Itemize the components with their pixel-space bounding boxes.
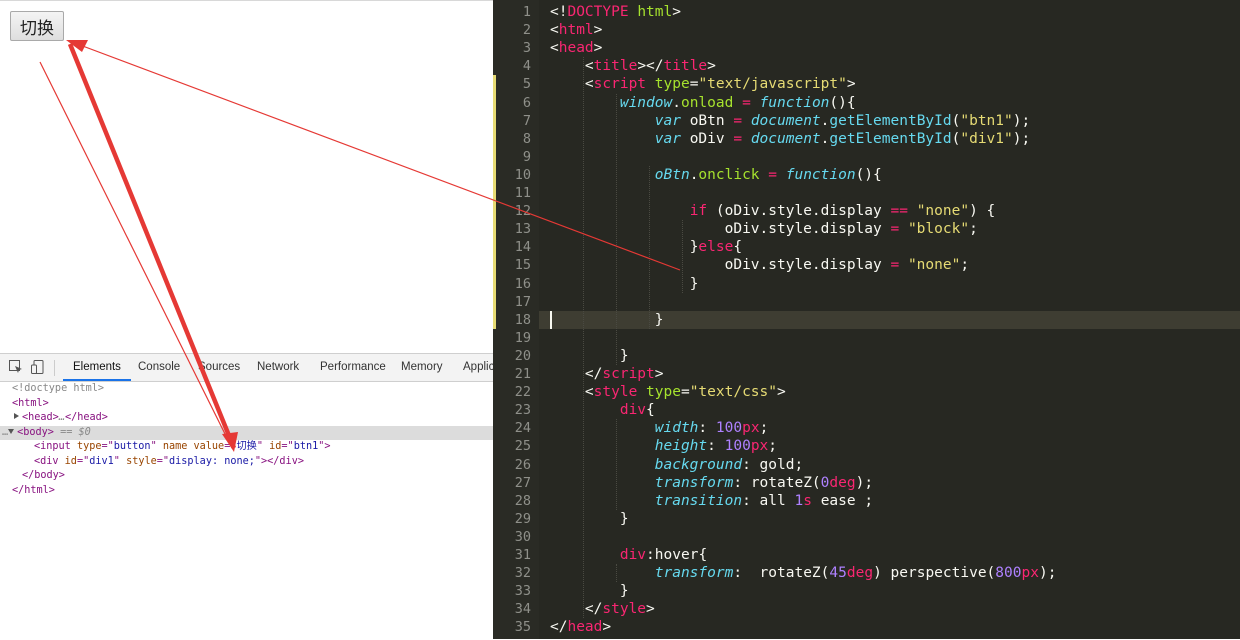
dom-node-row[interactable]: <!doctype html> — [0, 382, 493, 397]
line-number: 31 — [514, 547, 531, 563]
expand-arrow-icon[interactable] — [8, 428, 15, 434]
collapse-arrow-icon[interactable] — [14, 413, 19, 419]
viewport-top-border — [0, 0, 493, 1]
code-line: <title></title> — [584, 58, 716, 75]
code-line: oDiv.style.display = "none"; — [724, 257, 970, 274]
code-line: transform: rotateZ(0deg); — [654, 474, 874, 491]
browser-panel: 切换 Elements Console Sources Network Performa… — [0, 0, 494, 640]
line-number: 10 — [514, 166, 531, 183]
device-toolbar-icon[interactable] — [31, 360, 45, 374]
tab-sources[interactable]: Sources — [198, 354, 240, 381]
line-number: 27 — [514, 474, 531, 491]
line-number: 20 — [514, 347, 531, 364]
code-line: height: 100px; — [654, 438, 778, 455]
line-number: 16 — [514, 275, 531, 292]
line-number: 13 — [514, 221, 531, 238]
line-number: 28 — [514, 492, 531, 509]
code-line: div{ — [619, 402, 655, 419]
code-line: background: gold; — [654, 456, 804, 473]
line-number: 22 — [514, 384, 531, 401]
line-number: 18 — [514, 311, 531, 328]
tab-network[interactable]: Network — [257, 354, 299, 381]
line-number: 14 — [514, 239, 531, 256]
line-number: 25 — [514, 438, 531, 455]
toolbar-separator — [54, 360, 55, 376]
code-line: </script> — [584, 366, 664, 382]
line-number: 29 — [514, 510, 531, 527]
code-line: <head> — [550, 40, 603, 57]
devtools-toolbar: Elements Console Sources Network Performance… — [0, 354, 494, 382]
dom-node-row[interactable]: <input type="button" name value="切换" id=… — [0, 440, 493, 455]
code-line: width: 100px; — [654, 420, 769, 437]
elements-dom-tree: <!doctype html> <html> <head>…</head>… <bod… — [0, 382, 493, 498]
line-number: 17 — [514, 293, 531, 310]
line-number: 21 — [514, 366, 531, 382]
line-number: 23 — [514, 402, 531, 419]
line-number: 26 — [514, 456, 531, 473]
line-number: 34 — [514, 601, 531, 618]
line-number: 11 — [514, 185, 531, 201]
dom-node-row[interactable]: <head>…</head> — [0, 411, 493, 426]
dom-node-row[interactable]: <html> — [0, 397, 493, 412]
dom-node-row[interactable]: <div id="div1" style="display: none;"></… — [0, 455, 493, 470]
page-viewport: 切换 — [0, 0, 493, 353]
code-line: } — [619, 583, 629, 600]
line-number: 2 — [522, 22, 531, 39]
line-number: 35 — [514, 619, 531, 636]
code-line: oDiv.style.display = "block"; — [724, 221, 978, 238]
tab-applic[interactable]: Applic — [463, 354, 494, 381]
line-number: 32 — [514, 565, 531, 582]
line-number: 30 — [514, 528, 531, 545]
code-line: var oBtn = document.getElementById("btn1… — [654, 112, 1031, 129]
line-number: 1 — [522, 4, 531, 20]
line-number: 12 — [514, 203, 531, 220]
code-line: window.onload = function(){ — [619, 94, 856, 111]
code-line: <style type="text/css"> — [584, 384, 786, 401]
code-line: <!DOCTYPE html> — [550, 4, 681, 20]
line-number: 4 — [522, 58, 531, 75]
code-line: } — [619, 510, 629, 527]
code-line: if (oDiv.style.display == "none") { — [689, 203, 996, 220]
line-number: 6 — [522, 94, 531, 111]
code-line: <html> — [550, 22, 603, 39]
modified-line-marker — [493, 75, 496, 329]
tab-elements[interactable]: Elements — [63, 354, 131, 381]
line-number-gutter: 1 2 3 4 5 6 7 8 9 10 11 12 13 14 15 16 17 18 19 20 21 22 23 24 2… — [493, 0, 539, 639]
inspect-element-icon[interactable] — [9, 360, 23, 374]
tab-console[interactable]: Console — [138, 354, 180, 381]
tab-performance[interactable]: Performance — [320, 354, 386, 381]
tab-memory[interactable]: Memory — [401, 354, 443, 381]
code-line: transition: all 1s ease ; — [654, 492, 874, 509]
text-caret — [550, 310, 552, 329]
code-line: </head> — [550, 619, 612, 636]
devtools-panel: Elements Console Sources Network Performance… — [0, 353, 494, 640]
dom-node-row[interactable]: </body> — [0, 469, 493, 484]
line-number: 15 — [514, 257, 531, 274]
code-line: }else{ — [689, 239, 743, 256]
line-number: 8 — [522, 130, 531, 147]
line-number: 5 — [522, 76, 531, 93]
line-number: 19 — [514, 329, 531, 346]
line-number: 24 — [514, 420, 531, 437]
code-line: div:hover{ — [619, 547, 708, 563]
code-line: var oDiv = document.getElementById("div1… — [654, 130, 1031, 147]
code-line: transform: rotateZ(45deg) perspective(80… — [654, 565, 1057, 582]
code-line: } — [654, 311, 664, 328]
line-number: 7 — [522, 112, 531, 129]
code-line: <script type="text/javascript"> — [584, 76, 856, 93]
line-number: 9 — [522, 148, 531, 165]
dom-node-row[interactable]: </html> — [0, 484, 493, 499]
modified-line-marker — [493, 310, 496, 329]
code-line: } — [619, 347, 629, 364]
line-number: 33 — [514, 583, 531, 600]
code-line: } — [689, 275, 699, 292]
toggle-button[interactable]: 切换 — [10, 11, 64, 41]
code-editor[interactable]: 1 2 3 4 5 6 7 8 9 10 11 12 13 14 15 16 17 18 19 20 21 22 23 24 2… — [493, 0, 1240, 639]
code-line: </style> — [584, 601, 655, 618]
line-number: 3 — [522, 40, 531, 57]
dom-node-row[interactable]: … <body> == $0 — [0, 425, 493, 440]
code-line: oBtn.onclick = function(){ — [654, 166, 882, 183]
